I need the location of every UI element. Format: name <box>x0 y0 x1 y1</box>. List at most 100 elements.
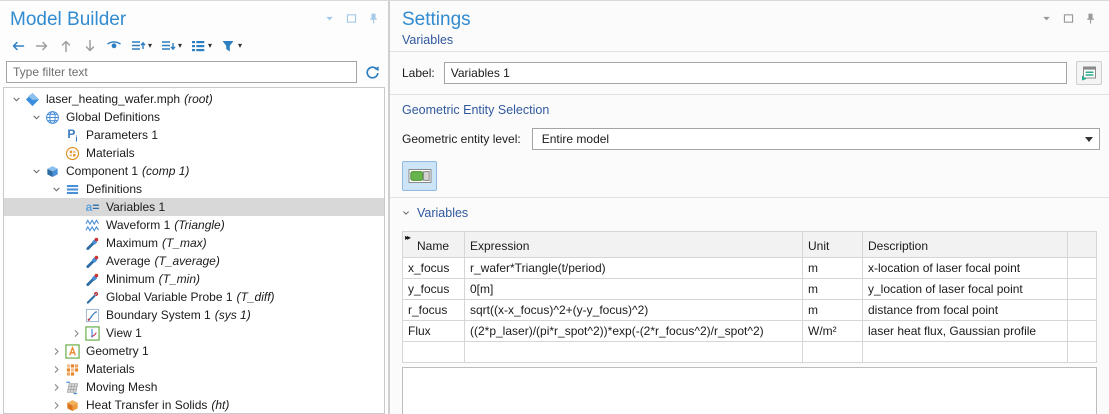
chevron-collapsed-icon[interactable] <box>48 345 64 358</box>
dropdown-arrow-icon[interactable]: ▾ <box>147 42 152 50</box>
filter-input[interactable] <box>6 61 357 83</box>
cell-description[interactable] <box>863 342 1068 363</box>
cell-expression[interactable]: sqrt((x-x_focus)^2+(y-y_focus)^2) <box>465 300 803 321</box>
cell-name[interactable] <box>403 342 465 363</box>
cell-extra[interactable] <box>1068 342 1097 363</box>
geometric-entity-level-select[interactable]: Entire model <box>532 128 1100 150</box>
cell-extra[interactable] <box>1068 300 1097 321</box>
tree-item-boundary-system-1[interactable]: Boundary System 1(sys 1) <box>4 306 384 324</box>
dropdown-arrow-icon[interactable]: ▾ <box>237 42 242 50</box>
doc-form-icon[interactable] <box>1076 61 1102 85</box>
tree-item-moving-mesh[interactable]: Moving Mesh <box>4 378 384 396</box>
dropdown-arrow-icon[interactable] <box>1085 137 1093 146</box>
column-header-name[interactable]: ▸▸Name <box>403 232 465 258</box>
cell-name[interactable]: x_focus <box>403 258 465 279</box>
geometry-icon <box>64 343 81 359</box>
forward-button[interactable] <box>32 37 52 55</box>
refresh-icon[interactable] <box>364 64 381 81</box>
panel-menu-icon[interactable] <box>323 12 336 25</box>
active-selection-toggle-button[interactable] <box>402 161 437 191</box>
chevron-expanded-icon[interactable] <box>28 165 44 178</box>
tree-item-parameters-1[interactable]: PiParameters 1 <box>4 126 384 144</box>
variables-section-header[interactable]: Variables <box>390 198 1109 224</box>
cell-unit[interactable]: m <box>803 258 863 279</box>
tree-item-component-1[interactable]: Component 1(comp 1) <box>4 162 384 180</box>
move-down-button[interactable] <box>80 37 100 55</box>
tree-item-geometry-1[interactable]: Geometry 1 <box>4 342 384 360</box>
tree-item-maximum[interactable]: Maximum(T_max) <box>4 234 384 252</box>
model-tree-node-text-button[interactable]: ▾ <box>188 37 214 55</box>
cell-expression[interactable] <box>465 342 803 363</box>
panel-menu-icon[interactable] <box>1040 12 1053 25</box>
list-up-icon <box>130 38 146 54</box>
cell-unit[interactable] <box>803 342 863 363</box>
cell-extra[interactable] <box>1068 258 1097 279</box>
tree-item-average[interactable]: Average (T_average) <box>4 252 384 270</box>
dropdown-arrow-icon[interactable]: ▾ <box>177 42 182 50</box>
cell-name[interactable]: Flux <box>403 321 465 342</box>
tree-item-waveform-1[interactable]: Waveform 1(Triangle) <box>4 216 384 234</box>
tree-item-minimum[interactable]: Minimum(T_min) <box>4 270 384 288</box>
chevron-collapsed-icon[interactable] <box>48 381 64 394</box>
tree-item-global-definitions[interactable]: Global Definitions <box>4 108 384 126</box>
tree-item-tag: (root) <box>184 92 213 106</box>
chevron-expanded-icon[interactable] <box>8 93 24 106</box>
label-input[interactable] <box>444 62 1067 84</box>
tree-item-global-variable-probe-1[interactable]: Global Variable Probe 1(T_diff) <box>4 288 384 306</box>
cell-description[interactable]: laser heat flux, Gaussian profile <box>863 321 1068 342</box>
column-header-description[interactable]: Description <box>863 232 1068 258</box>
heat-cube-icon <box>64 397 81 413</box>
tree-item-definitions[interactable]: Definitions <box>4 180 384 198</box>
cell-extra[interactable] <box>1068 279 1097 300</box>
collapse-all-button[interactable]: ▾ <box>128 37 154 55</box>
cell-name[interactable]: r_focus <box>403 300 465 321</box>
column-header-expression[interactable]: Expression <box>465 232 803 258</box>
variable-row[interactable]: y_focus0[m]my_location of laser focal po… <box>403 279 1097 300</box>
variable-row[interactable]: r_focussqrt((x-x_focus)^2+(y-y_focus)^2)… <box>403 300 1097 321</box>
globe-icon <box>44 109 61 125</box>
filter-button[interactable]: ▾ <box>218 37 244 55</box>
comsol-desktop: Model Builder ▾▾▾▾ laser_heating_wafer.m… <box>0 0 1109 414</box>
back-button[interactable] <box>8 37 28 55</box>
chevron-expanded-icon[interactable] <box>48 183 64 196</box>
tree-item-tag: (T_average) <box>154 254 219 268</box>
tree-item-view-1[interactable]: View 1 <box>4 324 384 342</box>
float-icon[interactable] <box>345 12 358 25</box>
pin-icon[interactable] <box>1084 12 1097 25</box>
cell-unit[interactable]: m <box>803 279 863 300</box>
expand-all-button[interactable]: ▾ <box>158 37 184 55</box>
pin-icon[interactable] <box>367 12 380 25</box>
chevron-collapsed-icon[interactable] <box>48 363 64 376</box>
variable-row[interactable] <box>403 342 1097 363</box>
cell-expression[interactable]: r_wafer*Triangle(t/period) <box>465 258 803 279</box>
move-up-button[interactable] <box>56 37 76 55</box>
chevron-collapsed-icon[interactable] <box>48 399 64 412</box>
chevron-expanded-icon[interactable] <box>28 111 44 124</box>
tree-item-tag: (comp 1) <box>142 164 189 178</box>
cell-description[interactable]: distance from focal point <box>863 300 1068 321</box>
chevron-collapsed-icon[interactable] <box>68 327 84 340</box>
column-header-unit[interactable]: Unit <box>803 232 863 258</box>
cell-expression[interactable]: ((2*p_laser)/(pi*r_spot^2))*exp(-(2*r_fo… <box>465 321 803 342</box>
cell-name[interactable]: y_focus <box>403 279 465 300</box>
cell-description[interactable]: y_location of laser focal point <box>863 279 1068 300</box>
variable-row[interactable]: x_focusr_wafer*Triangle(t/period)mx-loca… <box>403 258 1097 279</box>
cell-description[interactable]: x-location of laser focal point <box>863 258 1068 279</box>
show-button[interactable] <box>104 37 124 55</box>
cell-unit[interactable]: W/m² <box>803 321 863 342</box>
dropdown-arrow-icon[interactable]: ▾ <box>207 42 212 50</box>
tree-item-laser-heating-wafer-mph[interactable]: laser_heating_wafer.mph(root) <box>4 90 384 108</box>
cell-expression[interactable]: 0[m] <box>465 279 803 300</box>
tree-item-materials[interactable]: Materials <box>4 360 384 378</box>
tree-item-materials[interactable]: Materials <box>4 144 384 162</box>
chevron-expanded-icon[interactable] <box>400 207 412 219</box>
settings-title: Settings <box>402 8 1040 32</box>
tree-item-heat-transfer-in-solids[interactable]: Heat Transfer in Solids(ht) <box>4 396 384 414</box>
cell-extra[interactable] <box>1068 321 1097 342</box>
variable-row[interactable]: Flux((2*p_laser)/(pi*r_spot^2))*exp(-(2*… <box>403 321 1097 342</box>
cell-unit[interactable]: m <box>803 300 863 321</box>
variables-table-empty-area[interactable] <box>402 367 1097 414</box>
float-icon[interactable] <box>1062 12 1075 25</box>
tree-item-label: Average <box>106 254 150 268</box>
tree-item-variables-1[interactable]: a=Variables 1 <box>4 198 384 216</box>
